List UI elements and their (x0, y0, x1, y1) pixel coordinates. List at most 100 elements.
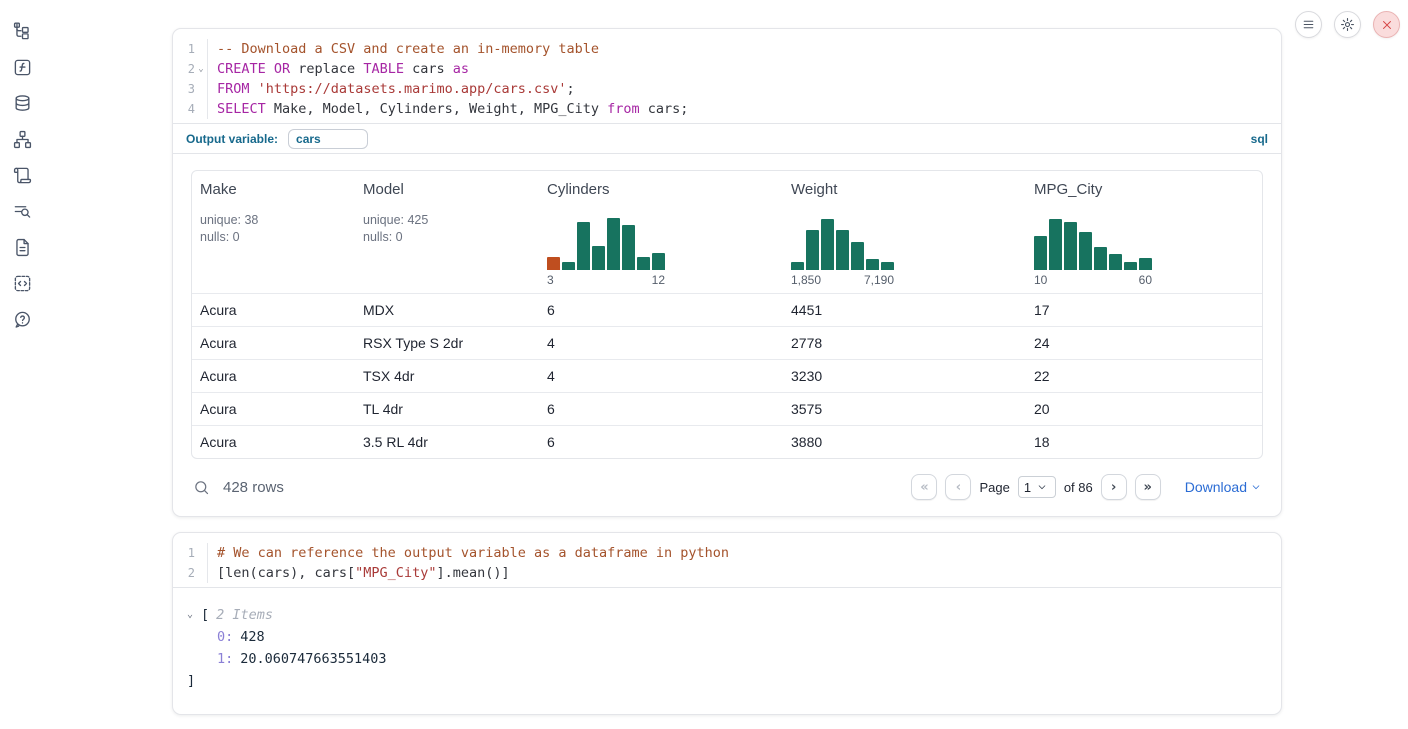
axis-min-label: 10 (1034, 273, 1047, 287)
output-variable-input[interactable] (288, 129, 368, 149)
column-name: Model (363, 181, 531, 198)
code-block-icon[interactable] (12, 272, 34, 294)
scroll-icon[interactable] (12, 164, 34, 186)
table-row: AcuraMDX6445117 (192, 293, 1262, 326)
entry-key: 1: (217, 648, 233, 670)
column-histogram: 3 12 (547, 218, 775, 287)
column-name: Cylinders (547, 181, 775, 198)
histogram-axis: 3 12 (547, 273, 665, 287)
code-text[interactable]: -- Download a CSV and create an in-memor… (207, 39, 1281, 59)
code-line: 1 # We can reference the output variable … (173, 543, 1281, 563)
table-row: AcuraTL 4dr6357520 (192, 392, 1262, 425)
fold-chevron-icon[interactable]: ⌄ (195, 59, 207, 79)
stat-line: unique: 425 (363, 212, 531, 229)
histogram-bar (1064, 222, 1077, 270)
entry-value: 20.060747663551403 (240, 648, 386, 670)
code-token: cars (404, 61, 453, 77)
table-cell: Acura (192, 401, 355, 417)
tree-entry: 0: 428 (187, 626, 1263, 648)
column-header[interactable]: Cylinders 3 12 (539, 171, 783, 293)
close-button[interactable] (1373, 11, 1400, 38)
code-text[interactable]: SELECT Make, Model, Cylinders, Weight, M… (207, 99, 1281, 119)
code-token: ].mean()] (436, 565, 509, 581)
code-line: 2 [len(cars), cars["MPG_City"].mean()] (173, 563, 1281, 583)
page-total-label: of 86 (1064, 480, 1093, 495)
histogram-bars (1034, 218, 1152, 270)
line-number: 1 (173, 543, 195, 563)
column-header[interactable]: Weight1,8507,190 (783, 171, 1026, 293)
output-variable-label: Output variable: (186, 132, 278, 146)
histogram-bar (1124, 262, 1137, 270)
open-bracket: [ (201, 604, 209, 626)
histogram-bar (1109, 254, 1122, 270)
code-token: 'https://datasets.marimo.app/cars.csv' (258, 81, 567, 97)
file-tree-icon[interactable] (12, 20, 34, 42)
histogram-bar (1079, 232, 1092, 270)
chevron-down-icon (1251, 482, 1261, 492)
histogram-bar (592, 246, 605, 270)
prev-page-button[interactable]: ‹ (945, 474, 971, 500)
data-table: Makeunique: 38nulls: 0Modelunique: 425nu… (191, 170, 1263, 459)
fold-spacer (195, 543, 207, 563)
entry-value: 428 (240, 626, 264, 648)
stat-line: nulls: 0 (200, 229, 347, 246)
histogram-bar (637, 257, 650, 270)
column-name: Weight (791, 181, 1018, 198)
table-cell: Acura (192, 335, 355, 351)
table-cell: 3575 (783, 401, 1026, 417)
help-icon[interactable] (12, 308, 34, 330)
first-page-button[interactable]: « (911, 474, 937, 500)
column-histogram: 1060 (1034, 218, 1254, 287)
code-text[interactable]: # We can reference the output variable a… (207, 543, 1281, 563)
histogram-bar (821, 219, 834, 270)
table-cell: 3880 (783, 434, 1026, 450)
database-icon[interactable] (12, 92, 34, 114)
histogram-bar (1034, 236, 1047, 270)
download-button[interactable]: Download (1185, 479, 1261, 495)
histogram-bar (881, 262, 894, 270)
last-page-button[interactable]: » (1135, 474, 1161, 500)
fold-spacer (195, 39, 207, 59)
stat-line: nulls: 0 (363, 229, 531, 246)
column-header[interactable]: MPG_City1060 (1026, 171, 1262, 293)
entry-key: 0: (217, 626, 233, 648)
document-icon[interactable] (12, 236, 34, 258)
histogram-bars (547, 218, 665, 270)
code-token: [len(cars), cars[ (217, 565, 355, 581)
table-cell: TL 4dr (355, 401, 539, 417)
python-cell: 1 # We can reference the output variable … (172, 532, 1282, 715)
table-cell: 22 (1026, 368, 1262, 384)
list-search-icon[interactable] (12, 200, 34, 222)
axis-min-label: 3 (547, 273, 554, 287)
table-cell: 3230 (783, 368, 1026, 384)
sql-code-editor[interactable]: 1-- Download a CSV and create an in-memo… (173, 29, 1281, 123)
code-text[interactable]: [len(cars), cars["MPG_City"].mean()] (207, 563, 1281, 583)
table-cell: Acura (192, 302, 355, 318)
table-cell: 4 (539, 368, 783, 384)
python-code-editor[interactable]: 1 # We can reference the output variable … (173, 533, 1281, 587)
histogram-bar (547, 257, 560, 270)
code-text[interactable]: FROM 'https://datasets.marimo.app/cars.c… (207, 79, 1281, 99)
settings-button[interactable] (1334, 11, 1361, 38)
dependency-graph-icon[interactable] (12, 128, 34, 150)
left-sidebar (0, 0, 45, 729)
download-label: Download (1185, 479, 1247, 495)
next-page-button[interactable]: › (1101, 474, 1127, 500)
top-actions (1295, 11, 1400, 38)
table-cell: 3.5 RL 4dr (355, 434, 539, 450)
code-text[interactable]: CREATE OR replace TABLE cars as (207, 59, 1281, 79)
column-stats: unique: 425nulls: 0 (363, 212, 531, 246)
axis-max-label: 12 (652, 273, 665, 287)
code-token: cars; (640, 101, 689, 117)
search-icon[interactable] (193, 479, 210, 496)
histogram-axis: 1060 (1034, 273, 1152, 287)
column-header[interactable]: Model unique: 425nulls: 0 (355, 171, 539, 293)
page-select[interactable]: 1 (1018, 476, 1056, 498)
function-icon[interactable] (12, 56, 34, 78)
code-token: -- Download a CSV and create an in-memor… (217, 41, 599, 57)
language-badge[interactable]: sql (1251, 132, 1268, 146)
column-header[interactable]: Makeunique: 38nulls: 0 (192, 171, 355, 293)
chevron-down-icon[interactable]: ⌄ (187, 604, 201, 626)
line-number: 2 (173, 563, 195, 583)
menu-button[interactable] (1295, 11, 1322, 38)
